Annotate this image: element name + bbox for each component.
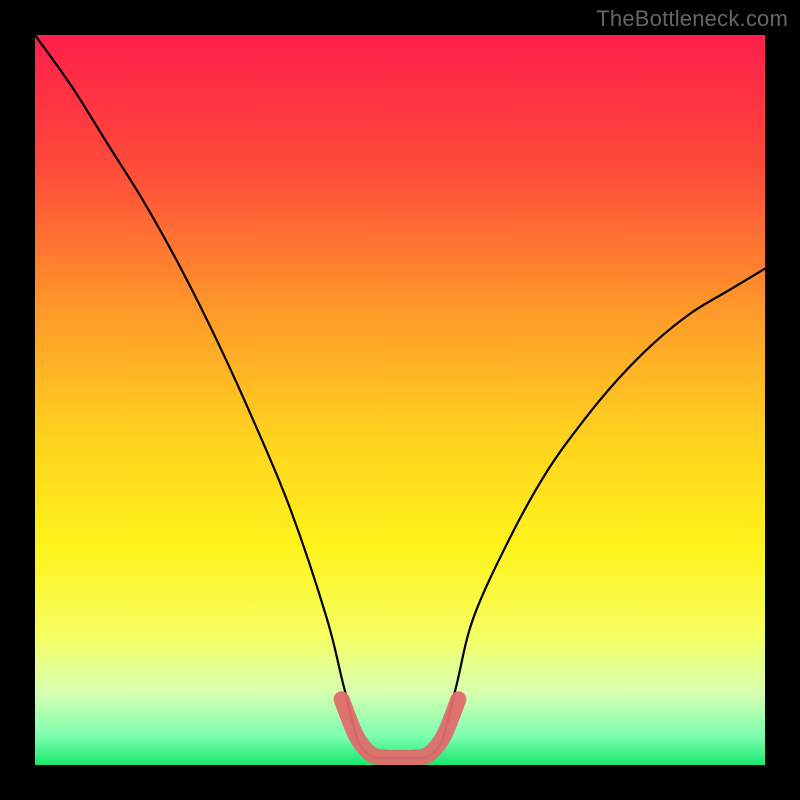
bottleneck-chart [35,35,765,765]
chart-frame: TheBottleneck.com [0,0,800,800]
plot-area [35,35,765,765]
watermark-text: TheBottleneck.com [596,6,788,32]
gradient-background [35,35,765,765]
